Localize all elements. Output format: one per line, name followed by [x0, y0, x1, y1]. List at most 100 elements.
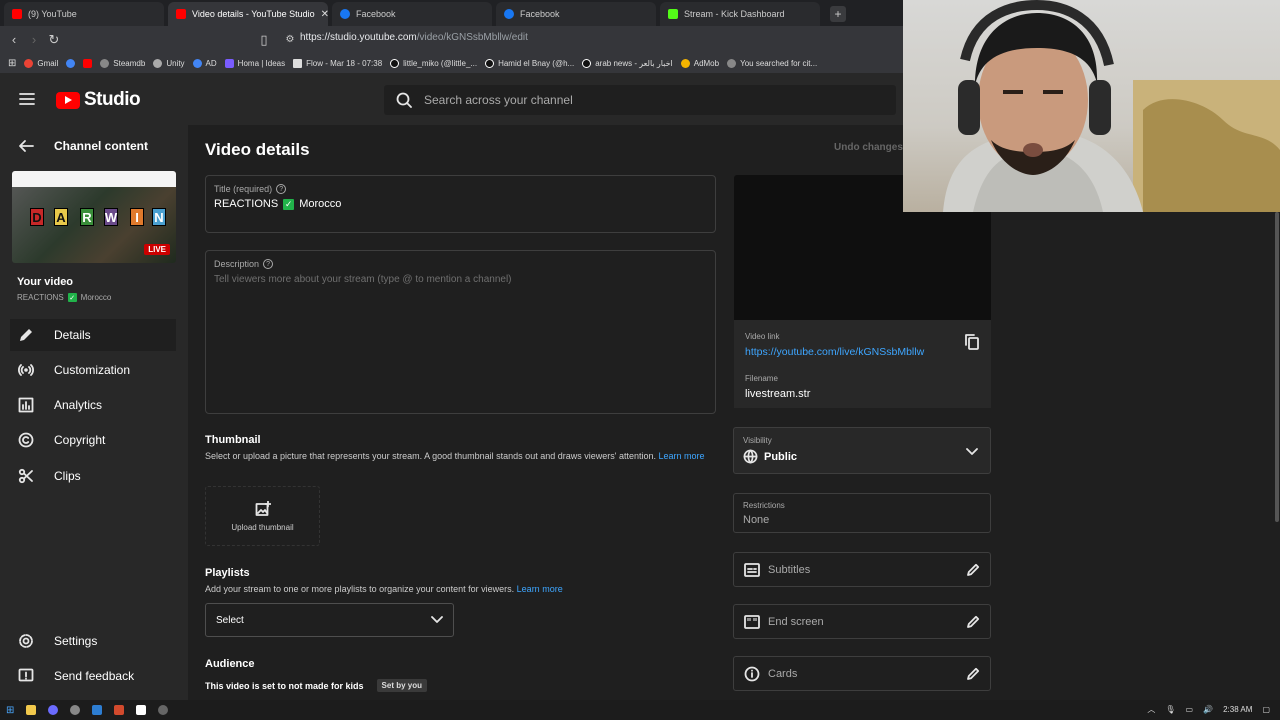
sidebar-item-settings[interactable]: Settings — [10, 625, 176, 657]
logo-text: Studio — [84, 89, 141, 110]
video-thumbnail[interactable]: D A R W I N LIVE — [12, 171, 176, 263]
bookmark-homa[interactable]: Homa | Ideas — [224, 58, 286, 68]
your-video-label: Your video — [17, 276, 74, 288]
tab-title: Facebook — [356, 9, 396, 19]
description-field[interactable]: Description? Tell viewers more about you… — [205, 250, 716, 414]
bookmark-flow[interactable]: Flow - Mar 18 - 07:38 — [293, 58, 383, 68]
bookmark-label: Flow - Mar 18 - 07:38 — [306, 58, 383, 68]
windows-taskbar: ⊞ ︿ 🎙 ▭ 🔊 2:38 AM ▢ — [0, 700, 1280, 720]
bookmark-youtube[interactable] — [83, 58, 93, 68]
audience-status: This video is set to not made for kids S… — [205, 679, 427, 692]
end-screen-button[interactable]: End screen — [733, 604, 991, 639]
bookmark-admob[interactable]: AdMob — [680, 58, 719, 68]
homa-icon — [224, 58, 234, 68]
browser-icon[interactable] — [48, 705, 59, 715]
playlist-dropdown[interactable]: Select — [205, 603, 454, 637]
info-icon — [744, 666, 760, 681]
video-link[interactable]: https://youtube.com/live/kGNSsbMbllw — [745, 346, 924, 358]
bookmark-label: Homa | Ideas — [237, 58, 286, 68]
bookmark-unity[interactable]: Unity — [153, 58, 185, 68]
brave-icon[interactable] — [114, 705, 125, 715]
visibility-value: Public — [743, 449, 797, 464]
telegram-icon[interactable] — [92, 705, 103, 715]
chevron-up-icon[interactable]: ︿ — [1147, 704, 1155, 715]
browser-tab-facebook-2[interactable]: Facebook — [496, 2, 656, 26]
bookmark-google[interactable] — [66, 58, 76, 68]
video-title-part: Morocco — [80, 293, 112, 302]
browser-tab-kick[interactable]: Stream - Kick Dashboard — [660, 2, 820, 26]
sidebar-item-copyright[interactable]: Copyright — [10, 424, 176, 456]
end-screen-label: End screen — [768, 615, 824, 628]
browser-tab-facebook-1[interactable]: Facebook — [332, 2, 492, 26]
youtube-play-icon — [56, 91, 80, 109]
cards-button[interactable]: Cards — [733, 656, 991, 691]
visibility-label: Visibility — [743, 436, 772, 445]
visibility-dropdown[interactable]: Visibility Public — [733, 427, 991, 474]
browser-tab-youtube[interactable]: (9) YouTube — [4, 2, 164, 26]
thumb-letter: D — [30, 208, 44, 226]
sidebar-item-analytics[interactable]: Analytics — [10, 389, 176, 421]
title-field[interactable]: Title (required)? REACTIONS ✓ Morocco — [205, 175, 716, 233]
sidebar-item-clips[interactable]: Clips — [10, 460, 176, 492]
channel-content-back[interactable]: Channel content — [18, 139, 148, 153]
reload-icon[interactable]: ↻ — [44, 30, 64, 50]
apps-grid-icon[interactable]: ⊞ — [8, 58, 16, 69]
undo-changes-button[interactable]: Undo changes — [834, 142, 903, 153]
copy-icon[interactable] — [965, 334, 979, 350]
notifications-icon[interactable]: ▢ — [1262, 705, 1270, 714]
title-part: REACTIONS — [214, 198, 279, 210]
playlists-desc-text: Add your stream to one or more playlists… — [205, 584, 515, 594]
check-mark-icon: ✓ — [283, 198, 295, 210]
bookmark-ad[interactable]: AD — [192, 58, 217, 68]
chevron-down-icon — [431, 616, 443, 623]
bookmark-gmail[interactable]: Gmail — [24, 58, 58, 68]
browser-tab-bar: (9) YouTube Video details - YouTube Stud… — [0, 0, 903, 26]
windows-start-icon[interactable]: ⊞ — [6, 705, 14, 716]
new-tab-button[interactable]: + — [830, 6, 846, 22]
subtitles-button[interactable]: Subtitles — [733, 552, 991, 587]
forward-arrow-icon[interactable]: › — [24, 30, 44, 50]
channel-search-input[interactable]: Search across your channel — [384, 85, 896, 115]
volume-icon[interactable]: 🔊 — [1203, 705, 1213, 714]
studio-logo[interactable]: Studio — [56, 89, 141, 111]
sidebar-item-feedback[interactable]: Send feedback — [10, 660, 176, 692]
sidebar-item-details[interactable]: Details — [10, 319, 176, 351]
microphone-icon[interactable]: 🎙 — [1165, 705, 1175, 714]
add-image-icon — [255, 500, 271, 516]
clock[interactable]: 2:38 AM — [1223, 705, 1252, 714]
bookmark-tiktok-3[interactable]: arab news - اخبار بالعر — [582, 58, 673, 68]
site-info-icon[interactable]: ⚙ — [280, 30, 300, 50]
check-mark-icon: ✓ — [67, 293, 77, 302]
help-icon[interactable]: ? — [276, 184, 287, 194]
bookmark-steamdb[interactable]: Steamdb — [100, 58, 145, 68]
unity-hub-icon[interactable] — [136, 705, 147, 715]
sidebar-item-customization[interactable]: Customization — [10, 354, 176, 386]
upload-thumbnail-button[interactable]: Upload thumbnail — [205, 486, 320, 546]
video-link-label: Video link — [745, 332, 780, 341]
obs-icon[interactable] — [158, 705, 169, 715]
title-label: Title (required)? — [214, 184, 287, 194]
learn-more-link[interactable]: Learn more — [659, 451, 705, 461]
bookmark-icon[interactable]: ▯ — [254, 30, 274, 50]
file-explorer-icon[interactable] — [26, 705, 37, 715]
help-icon[interactable]: ? — [263, 259, 274, 269]
steam-icon[interactable] — [70, 705, 81, 715]
thumb-letter: W — [104, 208, 118, 226]
bookmark-search[interactable]: You searched for cit... — [727, 58, 817, 68]
bookmark-label: Hamid el Bnay (@h... — [498, 58, 575, 68]
browser-tab-studio[interactable]: Video details - YouTube Studio ✕ — [168, 2, 328, 26]
learn-more-link[interactable]: Learn more — [517, 584, 563, 594]
browser-address-bar: ‹ › ↻ ▯ ⚙ https://studio.youtube.com/vid… — [0, 26, 903, 53]
restrictions-value: None — [743, 514, 770, 526]
network-icon[interactable]: ▭ — [1186, 705, 1194, 714]
facebook-favicon-icon — [504, 9, 514, 19]
url-field[interactable]: https://studio.youtube.com/video/kGNSsbM… — [300, 32, 528, 43]
page-scrollbar[interactable] — [1275, 212, 1279, 522]
back-arrow-icon[interactable]: ‹ — [4, 30, 24, 50]
close-tab-icon[interactable]: ✕ — [321, 9, 328, 20]
bookmark-tiktok-1[interactable]: little_miko (@little_... — [390, 58, 477, 68]
hamburger-menu-icon[interactable] — [18, 91, 36, 107]
bookmark-tiktok-2[interactable]: Hamid el Bnay (@h... — [485, 58, 575, 68]
playlists-description: Add your stream to one or more playlists… — [205, 582, 563, 597]
filename-label: Filename — [745, 374, 778, 383]
